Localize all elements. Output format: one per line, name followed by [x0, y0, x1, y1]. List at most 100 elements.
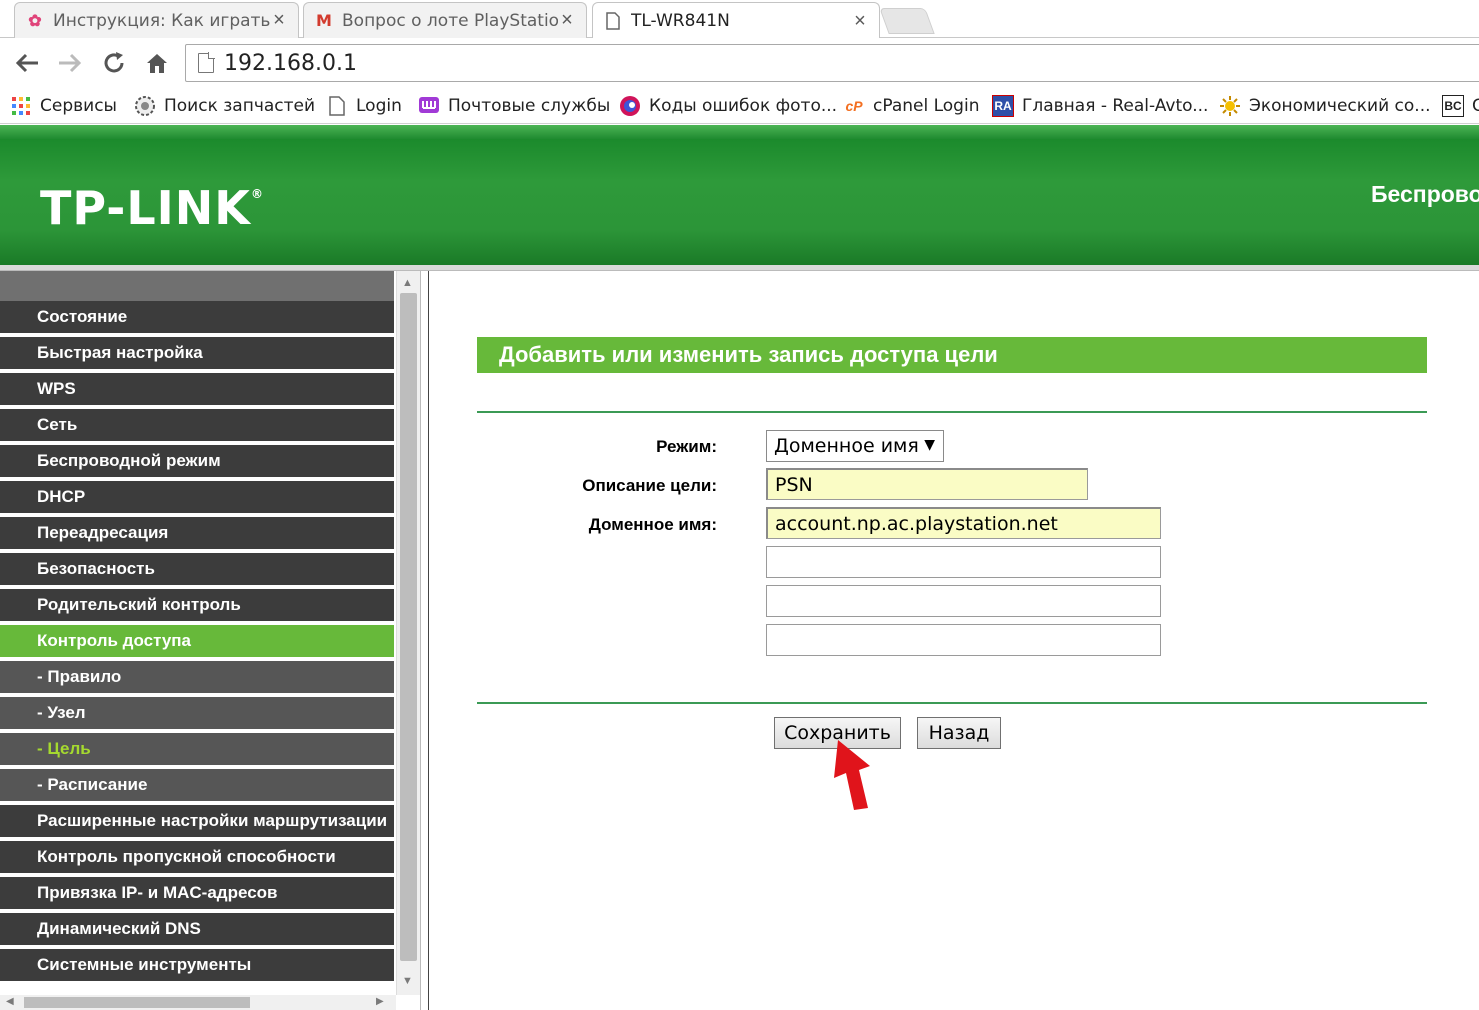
divider-line: [477, 702, 1427, 704]
banner-model-text: Беспрово: [1371, 181, 1479, 207]
logo-mark: ®: [250, 187, 264, 201]
forward-arrow-icon[interactable]: [55, 48, 85, 78]
back-button[interactable]: Назад: [917, 717, 1001, 749]
sidebar-item[interactable]: Привязка IP- и MAC-адресов: [0, 877, 394, 911]
tab-gmail[interactable]: M Вопрос о лоте PlayStation ×: [303, 2, 587, 38]
home-icon[interactable]: [142, 48, 172, 78]
mail-service-icon: [418, 95, 440, 117]
sidebar-item[interactable]: DHCP: [0, 481, 394, 515]
bookmark-label: Login: [356, 96, 402, 116]
bookmark-bc[interactable]: BC C: [1442, 92, 1479, 120]
scroll-down-icon[interactable]: ▼: [402, 975, 413, 987]
domain-label: Доменное имя:: [588, 515, 717, 534]
sidebar-item[interactable]: - Узел: [0, 697, 394, 731]
bookmark-label: Главная - Real-Avto...: [1022, 96, 1209, 116]
apps-grid-icon: [10, 95, 32, 117]
close-icon[interactable]: ×: [851, 10, 869, 33]
reload-icon[interactable]: [99, 48, 129, 78]
page-icon: [603, 11, 623, 31]
domain-input-2[interactable]: [766, 546, 1161, 578]
bookmark-services[interactable]: Сервисы: [10, 92, 117, 120]
new-tab-button[interactable]: [879, 8, 935, 34]
domain-input-1[interactable]: account.np.ac.playstation.net: [766, 507, 1161, 539]
sidebar-item[interactable]: Сеть: [0, 409, 394, 443]
sidebar-item[interactable]: Динамический DNS: [0, 913, 394, 947]
sidebar-item[interactable]: - Цель: [0, 733, 394, 767]
sidebar-item[interactable]: Безопасность: [0, 553, 394, 587]
sidebar-item[interactable]: Родительский контроль: [0, 589, 394, 623]
bookmark-label: C: [1472, 96, 1479, 116]
pinwheel-icon: ✿: [28, 12, 42, 30]
bookmark-label: cPanel Login: [873, 96, 980, 116]
sidebar-item[interactable]: Контроль доступа: [0, 625, 394, 659]
sidebar-horizontal-scrollbar[interactable]: ◀ ▶: [0, 995, 396, 1010]
divider-line: [477, 411, 1427, 413]
page-icon: [326, 95, 348, 117]
bookmark-mail-services[interactable]: Почтовые службы: [418, 92, 610, 120]
bookmark-real-avto[interactable]: RA Главная - Real-Avto...: [992, 92, 1208, 120]
screen: ✿ Инструкция: Как играть н × M Вопрос о …: [0, 0, 1479, 1010]
mode-label: Режим:: [656, 437, 717, 456]
bookmark-error-codes[interactable]: Коды ошибок фото...: [619, 92, 837, 120]
bookmark-label: Поиск запчастей: [164, 96, 316, 116]
tab-instruction[interactable]: ✿ Инструкция: Как играть н ×: [14, 2, 299, 38]
bookmark-login[interactable]: Login: [326, 92, 402, 120]
sidebar-header: [0, 271, 394, 301]
bookmark-economic[interactable]: Экономический со...: [1219, 92, 1431, 120]
back-arrow-icon[interactable]: [12, 48, 42, 78]
sidebar-item[interactable]: Контроль пропускной способности: [0, 841, 394, 875]
router-sidebar-menu: Состояние Быстрая настройка WPS Сеть Беспров…: [0, 271, 396, 1010]
sidebar-item[interactable]: WPS: [0, 373, 394, 407]
mode-select-value: Доменное имя: [774, 435, 919, 457]
tp-link-logo: TP-LINK®: [40, 181, 264, 235]
scroll-left-icon[interactable]: ◀: [6, 996, 14, 1007]
sun-icon: [1219, 95, 1241, 117]
scrollbar-thumb[interactable]: [400, 293, 417, 961]
bc-logo-icon: BC: [1442, 95, 1464, 117]
bookmark-label: Коды ошибок фото...: [649, 96, 838, 116]
sidebar-item[interactable]: Состояние: [0, 301, 394, 335]
close-icon[interactable]: ×: [558, 9, 576, 32]
red-arrow-annotation: [834, 740, 870, 810]
sidebar-item[interactable]: Системные инструменты: [0, 949, 394, 983]
close-icon[interactable]: ×: [270, 9, 288, 32]
address-bar[interactable]: 192.168.0.1: [185, 44, 1479, 82]
page-icon: [198, 52, 215, 73]
tab-router[interactable]: TL-WR841N ×: [592, 2, 880, 39]
tab-title: Инструкция: Как играть н: [53, 10, 270, 31]
sidebar-item[interactable]: - Расписание: [0, 769, 394, 803]
main-content: Добавить или изменить запись доступа цел…: [429, 271, 1479, 1010]
domain-input-3[interactable]: [766, 585, 1161, 617]
bookmark-label: Экономический со...: [1249, 96, 1431, 116]
url-text[interactable]: 192.168.0.1: [224, 51, 357, 76]
mode-select[interactable]: Доменное имя ▼: [766, 430, 944, 462]
cpanel-icon: cP: [845, 98, 863, 114]
sidebar-item[interactable]: - Правило: [0, 661, 394, 695]
frame-divider: [420, 271, 429, 1010]
arrow-shape: [834, 740, 870, 810]
bookmark-label: Почтовые службы: [448, 96, 611, 116]
scrollbar-thumb[interactable]: [24, 997, 250, 1008]
tab-title: Вопрос о лоте PlayStation: [342, 10, 558, 31]
tab-title: TL-WR841N: [631, 11, 730, 31]
description-label: Описание цели:: [582, 476, 717, 495]
colorful-circle-icon: [619, 95, 641, 117]
sidebar-item[interactable]: Быстрая настройка: [0, 337, 394, 371]
bookmark-parts-search[interactable]: Поиск запчастей: [134, 92, 315, 120]
sidebar-vertical-scrollbar[interactable]: ▲ ▼: [396, 271, 420, 995]
description-input[interactable]: PSN: [766, 468, 1088, 500]
bookmarks-bar: Сервисы Поиск запчастей Login Почтовые с…: [0, 88, 1479, 124]
bookmark-cpanel[interactable]: cP cPanel Login: [843, 92, 979, 120]
sidebar-item[interactable]: Беспроводной режим: [0, 445, 394, 479]
scroll-right-icon[interactable]: ▶: [376, 996, 384, 1007]
sidebar-item[interactable]: Расширенные настройки маршрутизации: [0, 805, 394, 839]
section-title: Добавить или изменить запись доступа цел…: [477, 337, 1427, 373]
logo-text: TP-LINK: [40, 181, 251, 235]
gmail-icon: M: [316, 11, 332, 30]
domain-input-4[interactable]: [766, 624, 1161, 656]
scroll-up-icon[interactable]: ▲: [402, 277, 413, 289]
gear-icon: [134, 95, 156, 117]
sidebar-item[interactable]: Переадресация: [0, 517, 394, 551]
browser-toolbar: 192.168.0.1: [0, 38, 1479, 88]
chevron-down-icon: ▼: [924, 437, 935, 453]
